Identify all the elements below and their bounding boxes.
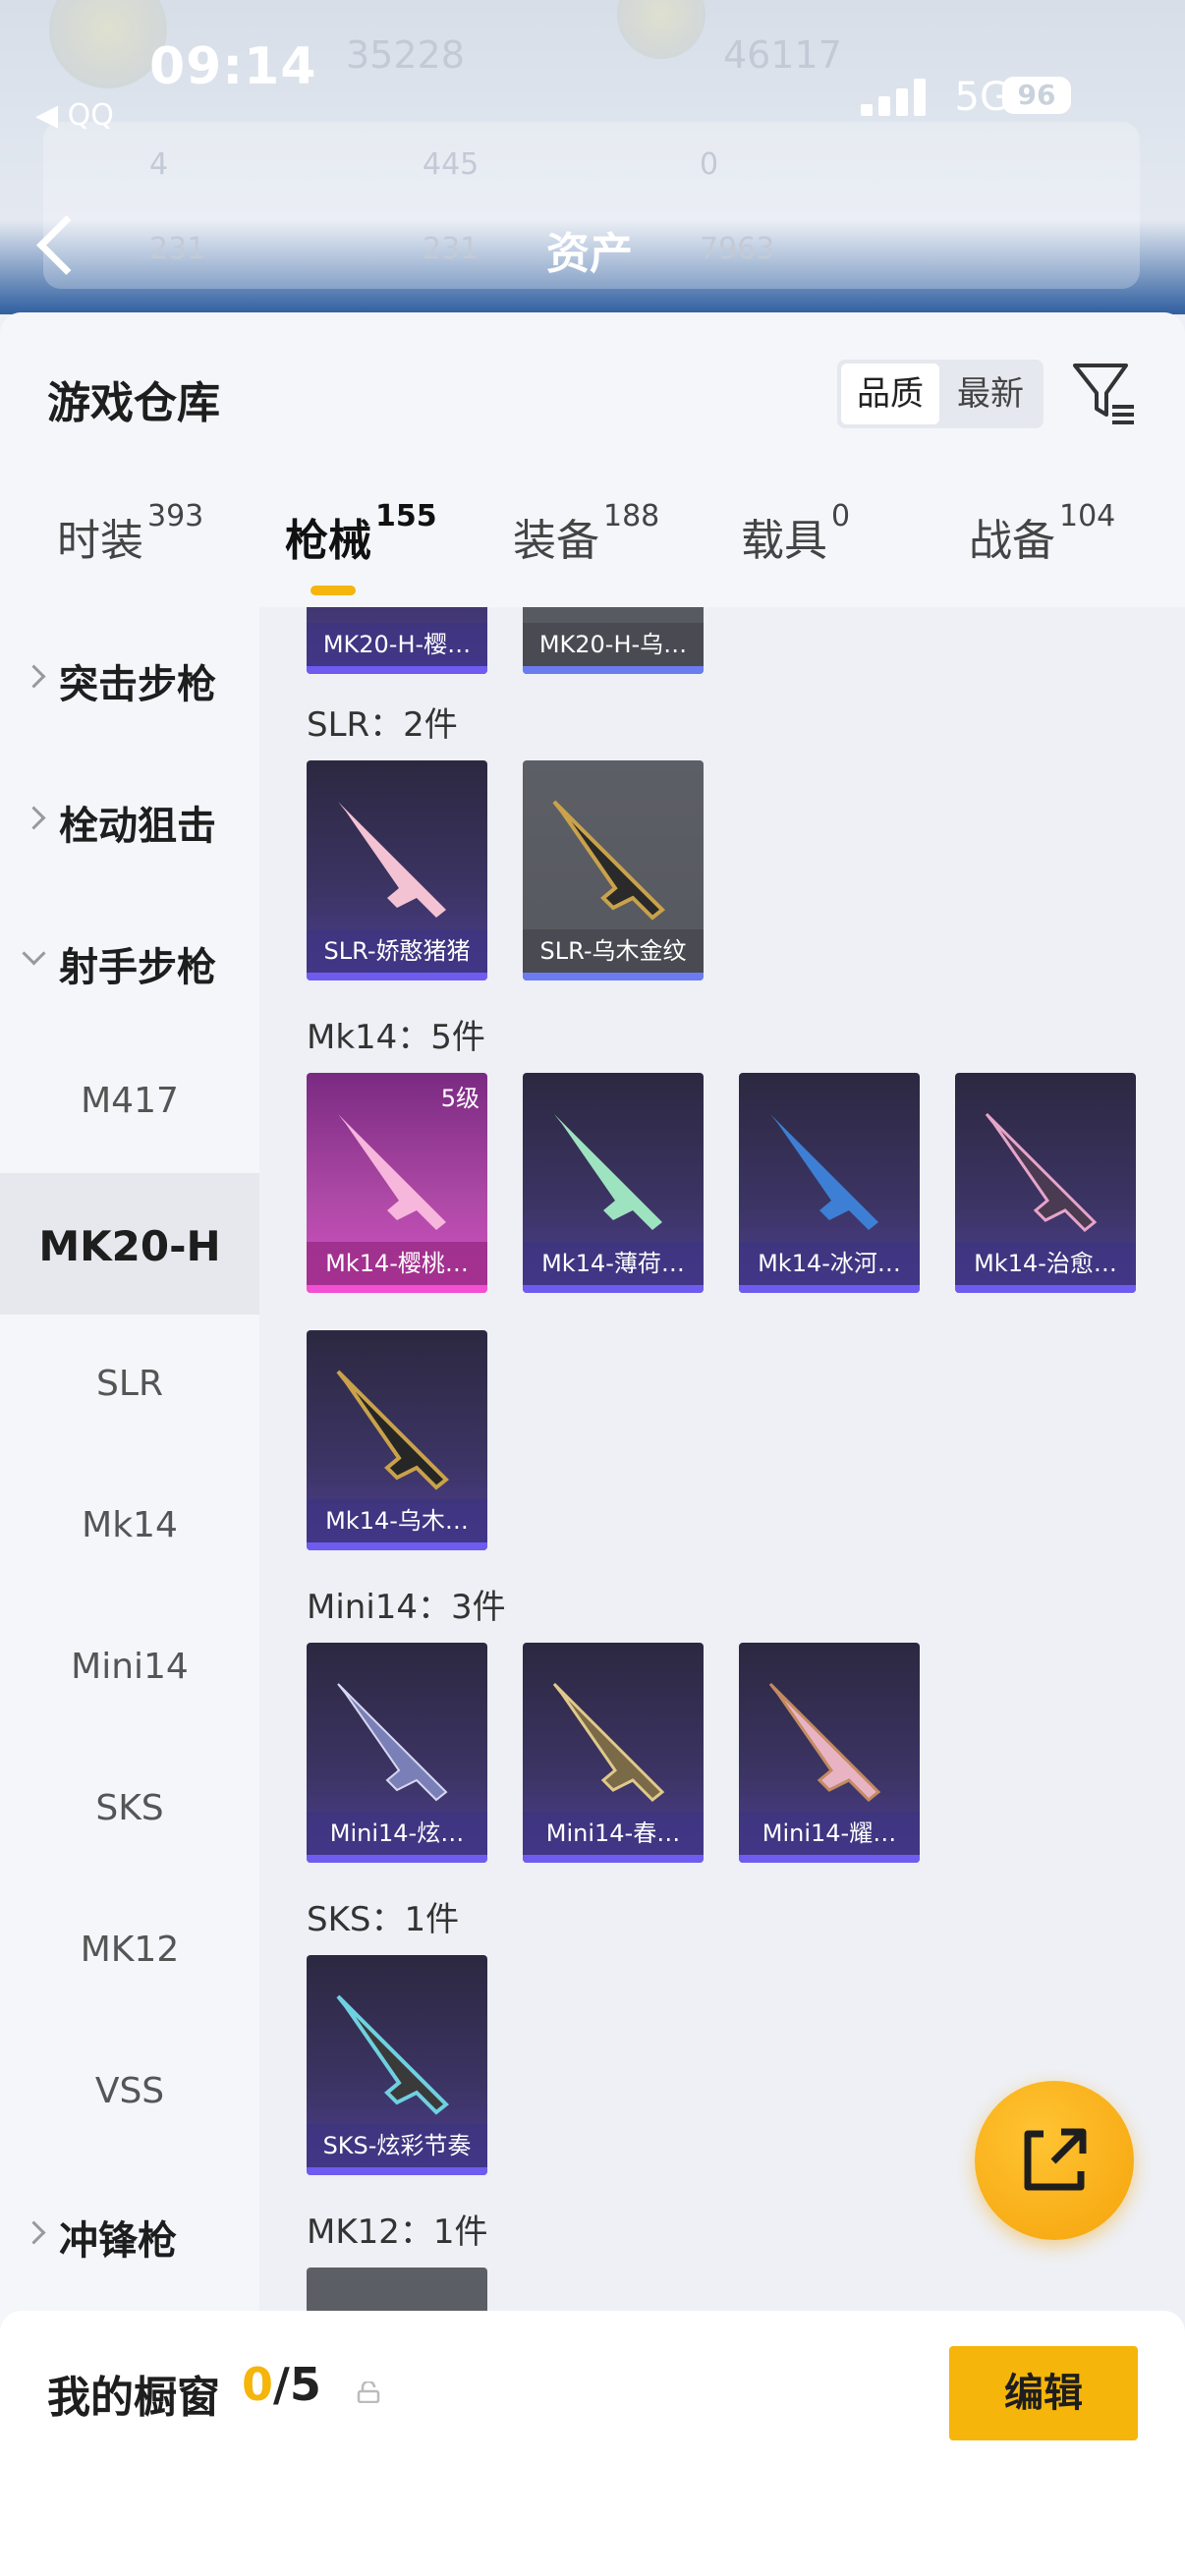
sort-quality-button[interactable]: 品质 <box>841 364 939 424</box>
sort-latest-button[interactable]: 最新 <box>941 364 1040 424</box>
active-tab-indicator <box>310 586 356 595</box>
sort-toggle: 品质 最新 <box>837 360 1044 428</box>
sidebar-item-assault-rifle[interactable]: 突击步枪 <box>0 607 259 749</box>
showcase-bar: 我的橱窗 0/5 编辑 <box>0 2311 1185 2576</box>
rifle-icon <box>770 1114 878 1230</box>
showcase-count: 0/5 <box>242 2358 321 2411</box>
sidebar-item-mk20h[interactable]: MK20-H <box>0 1173 259 1315</box>
battery-icon: 96 <box>1002 77 1071 114</box>
status-time: 09:14 <box>149 37 317 96</box>
weapon-card[interactable]: Mini14-耀… <box>739 1643 920 1863</box>
rifle-icon <box>336 1370 449 1490</box>
section-header: MK12：1件 <box>307 2212 488 2252</box>
lock-icon <box>357 2381 380 2403</box>
sidebar-item-mk12[interactable]: MK12 <box>0 1880 259 2022</box>
section-header: Mini14：3件 <box>307 1588 506 1627</box>
stat-value: 231 <box>149 232 206 266</box>
weapon-card[interactable]: SLR-乌木金纹 <box>523 760 704 980</box>
sidebar-item-mini14[interactable]: Mini14 <box>0 1597 259 1739</box>
showcase-label: 我的橱窗 <box>47 2373 220 2423</box>
share-icon <box>1024 2128 1087 2191</box>
rifle-icon <box>338 802 446 918</box>
rifle-icon <box>337 1683 448 1802</box>
tab-fashion[interactable]: 时装 393 <box>57 499 203 568</box>
sidebar-item-vss[interactable]: VSS <box>0 2022 259 2163</box>
back-to-app[interactable]: ◀ QQ <box>35 98 114 133</box>
header-number: 35228 <box>346 33 465 77</box>
rifle-icon <box>768 1682 881 1803</box>
rifle-icon <box>554 1114 662 1230</box>
avatar <box>617 0 705 59</box>
tab-firearms[interactable]: 枪械 155 <box>285 499 437 568</box>
tab-vehicles[interactable]: 载具 0 <box>741 499 850 568</box>
weapon-card[interactable]: Mini14-炫… <box>307 1643 487 1863</box>
share-button[interactable] <box>975 2081 1134 2240</box>
rifle-icon <box>985 1112 1098 1233</box>
sidebar-item-smg[interactable]: 冲锋枪 <box>0 2163 259 2305</box>
weapon-card[interactable]: MK20-H-乌… <box>523 607 704 674</box>
stat-value: 445 <box>423 147 480 182</box>
chevron-right-icon <box>22 806 46 830</box>
tab-equipment[interactable]: 装备 188 <box>513 499 659 568</box>
tab-supplies[interactable]: 战备 104 <box>969 499 1115 568</box>
sidebar-item-slr[interactable]: SLR <box>0 1315 259 1456</box>
sidebar-item-mk14[interactable]: Mk14 <box>0 1456 259 1597</box>
chevron-right-icon <box>22 664 46 689</box>
rifle-icon <box>336 1994 449 2115</box>
sidebar-item-bolt-sniper[interactable]: 栓动狙击 <box>0 749 259 890</box>
stat-value: 4 <box>149 147 169 182</box>
page-title: 资产 <box>546 229 633 279</box>
rifle-icon <box>552 1682 665 1803</box>
section-header: SLR：2件 <box>307 705 458 745</box>
category-tabs: 时装 393 枪械 155 装备 188 载具 0 战备 104 <box>0 499 1185 603</box>
weapon-card[interactable]: Mk14-薄荷… <box>523 1073 704 1293</box>
asset-header: 35228 46117 4 445 0 231 231 7963 09:14 ◀… <box>0 0 1185 314</box>
weapon-card[interactable]: SKS-炫彩节奏 <box>307 1955 487 2175</box>
stat-value: 231 <box>423 232 480 266</box>
signal-icon <box>861 77 939 116</box>
weapon-card[interactable]: Mk14-冰河… <box>739 1073 920 1293</box>
weapon-card[interactable]: Mk14-乌木… <box>307 1330 487 1550</box>
sidebar-item-dmr[interactable]: 射手步枪 <box>0 890 259 1032</box>
section-header: Mk14：5件 <box>307 1018 485 1057</box>
edit-button[interactable]: 编辑 <box>949 2346 1138 2440</box>
weapon-card[interactable]: Mk14-治愈… <box>955 1073 1136 1293</box>
sidebar-item-sks[interactable]: SKS <box>0 1739 259 1880</box>
header-number: 46117 <box>723 33 842 77</box>
sheet-title: 游戏仓库 <box>47 378 220 428</box>
chevron-down-icon <box>22 941 46 966</box>
weapon-card[interactable]: 5级 Mk14-樱桃… <box>307 1073 487 1293</box>
weapon-card[interactable]: MK20-H-樱… <box>307 607 487 674</box>
weapon-card[interactable]: Mini14-春… <box>523 1643 704 1863</box>
weapon-card[interactable]: SLR-娇憨猪猪 <box>307 760 487 980</box>
warehouse-sheet: 游戏仓库 品质 最新 时装 393 枪械 155 装备 188 载具 0 战备 104 突… <box>0 312 1185 2576</box>
filter-icon[interactable] <box>1071 360 1138 426</box>
rifle-icon <box>338 1114 446 1230</box>
section-header: SKS：1件 <box>307 1900 460 1939</box>
stat-value: 7963 <box>700 232 775 266</box>
chevron-right-icon <box>22 2220 46 2245</box>
weapon-sidebar: 突击步枪 栓动狙击 射手步枪 M417 MK20-H SLR Mk14 Mini… <box>0 607 259 2356</box>
rifle-icon <box>552 800 665 921</box>
sidebar-item-m417[interactable]: M417 <box>0 1032 259 1173</box>
stat-value: 0 <box>700 147 719 182</box>
